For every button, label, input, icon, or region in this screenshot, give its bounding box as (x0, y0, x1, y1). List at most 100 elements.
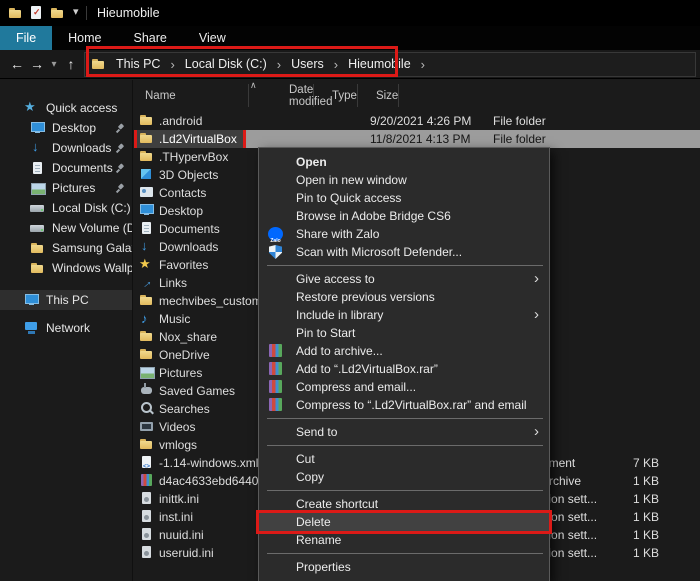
pin-icon (115, 143, 126, 154)
column-header[interactable]: Size (358, 84, 399, 107)
file-name: -1.14-windows.xml (159, 456, 258, 470)
file-icon (139, 509, 154, 523)
sidebar-item-network[interactable]: Network (0, 318, 132, 338)
context-menu-item[interactable]: Add to “.Ld2VirtualBox.rar” (259, 360, 549, 378)
pin-icon (115, 123, 126, 134)
breadcrumb-segment[interactable]: Local Disk (C:) (181, 57, 287, 72)
sidebar-item-icon (30, 181, 45, 195)
column-header[interactable]: Date modified (249, 84, 314, 107)
ribbon-tab[interactable]: Home (52, 26, 117, 50)
context-menu-item[interactable]: Send to (259, 423, 549, 441)
sidebar-item[interactable]: Pictures (0, 178, 132, 198)
context-menu-item[interactable]: Browse in Adobe Bridge CS6 (259, 207, 549, 225)
pin-icon (115, 183, 126, 194)
context-menu-item[interactable]: Compress to “.Ld2VirtualBox.rar” and ema… (259, 396, 549, 414)
context-menu-item[interactable]: Include in library (259, 306, 549, 324)
context-menu-item[interactable] (259, 441, 549, 450)
file-name-cell: .android (134, 112, 370, 130)
file-size (602, 238, 667, 256)
context-menu-item[interactable]: Pin to Start (259, 324, 549, 342)
nav-button-icon[interactable]: ↑ (62, 56, 80, 72)
menu-item-label: Share with Zalo (296, 227, 379, 241)
nav-button-icon[interactable]: ▾ (48, 59, 60, 70)
context-menu-item[interactable]: Copy (259, 468, 549, 486)
file-name: inst.ini (159, 510, 193, 524)
file-size (602, 184, 667, 202)
sidebar-item[interactable]: New Volume (D:) (0, 218, 132, 238)
file-icon (139, 383, 154, 397)
context-menu-item[interactable]: Rename (259, 531, 549, 549)
sidebar-item[interactable]: Downloads (0, 138, 132, 158)
context-menu-item[interactable]: Compress and email... (259, 378, 549, 396)
file-row[interactable]: .Ld2VirtualBox 11/8/2021 4:13 PM File fo… (134, 130, 700, 148)
address-bar[interactable]: This PC Local Disk (C:) Users Hieumobile (84, 52, 696, 77)
file-icon (139, 365, 154, 379)
file-size: 1 KB (602, 490, 667, 508)
sidebar-item[interactable]: Samsung Galaxy Wa (0, 238, 132, 258)
file-icon (139, 131, 154, 145)
breadcrumb: This PC Local Disk (C:) Users Hieumobile (112, 57, 431, 72)
menu-item-icon (268, 326, 283, 340)
context-menu: Open Open in new window Pin to Quick acc… (258, 147, 550, 581)
sidebar-item[interactable]: Local Disk (C:) (0, 198, 132, 218)
file-icon (139, 149, 154, 163)
ribbon-tab[interactable]: File (0, 26, 52, 50)
context-menu-item[interactable] (259, 261, 549, 270)
file-size (602, 130, 667, 148)
ribbon-tab[interactable]: View (183, 26, 242, 50)
context-menu-item[interactable]: Add to archive... (259, 342, 549, 360)
context-menu-item[interactable]: Delete (259, 513, 549, 531)
sidebar-item-icon (30, 261, 45, 275)
context-menu-item[interactable]: Scan with Microsoft Defender... (259, 243, 549, 261)
menu-item-icon (268, 209, 283, 223)
file-size (602, 310, 667, 328)
sidebar-item-icon (30, 141, 45, 155)
file-icon (139, 257, 154, 271)
column-header[interactable]: Name (140, 84, 249, 107)
breadcrumb-segment[interactable]: Users (287, 57, 344, 72)
sidebar-item-icon (30, 161, 45, 175)
context-menu-item[interactable]: Cut (259, 450, 549, 468)
context-menu-item[interactable]: Restore previous versions (259, 288, 549, 306)
toolbar-icon[interactable] (8, 6, 23, 20)
sidebar-item[interactable]: Desktop (0, 118, 132, 138)
network-icon (24, 321, 39, 335)
toolbar-icon[interactable] (71, 6, 86, 20)
context-menu-item[interactable]: Create shortcut (259, 495, 549, 513)
file-name: .Ld2VirtualBox (159, 132, 237, 146)
menu-item-icon (268, 155, 283, 169)
ribbon-tab[interactable]: Share (118, 26, 183, 50)
sidebar-item-icon (30, 121, 45, 135)
file-icon (139, 527, 154, 541)
menu-item-icon (268, 533, 283, 547)
sidebar-item-icon (30, 241, 45, 255)
toolbar-icon[interactable] (50, 6, 65, 20)
context-menu-item[interactable]: Properties (259, 558, 549, 576)
sidebar-item[interactable]: Windows Wallpaper (0, 258, 132, 278)
file-row[interactable]: .android 9/20/2021 4:26 PM File folder (134, 112, 700, 130)
sidebar-item[interactable]: Documents (0, 158, 132, 178)
toolbar-icon[interactable] (29, 6, 44, 20)
menu-item-label: Scan with Microsoft Defender... (296, 245, 462, 259)
menu-item-icon (268, 470, 283, 484)
breadcrumb-segment[interactable]: Hieumobile (344, 57, 431, 72)
sidebar-item-this-pc[interactable]: This PC (0, 290, 132, 310)
sidebar-item-icon (30, 221, 45, 235)
context-menu-item[interactable] (259, 549, 549, 558)
file-name-cell: .Ld2VirtualBox (134, 130, 370, 148)
sidebar-item-quick-access[interactable]: Quick access (0, 98, 132, 118)
file-size (602, 418, 667, 436)
nav-button-icon[interactable]: ← (8, 56, 26, 72)
file-type: File folder (493, 130, 602, 148)
nav-button-icon[interactable]: → (28, 56, 46, 72)
context-menu-item[interactable]: Open (259, 153, 549, 171)
context-menu-item[interactable]: Share with Zalo (259, 225, 549, 243)
column-header[interactable]: Type (314, 84, 358, 107)
file-size: 1 KB (602, 526, 667, 544)
context-menu-item[interactable]: Pin to Quick access (259, 189, 549, 207)
context-menu-item[interactable] (259, 486, 549, 495)
context-menu-item[interactable] (259, 414, 549, 423)
breadcrumb-segment[interactable]: This PC (112, 57, 181, 72)
context-menu-item[interactable]: Give access to (259, 270, 549, 288)
context-menu-item[interactable]: Open in new window (259, 171, 549, 189)
